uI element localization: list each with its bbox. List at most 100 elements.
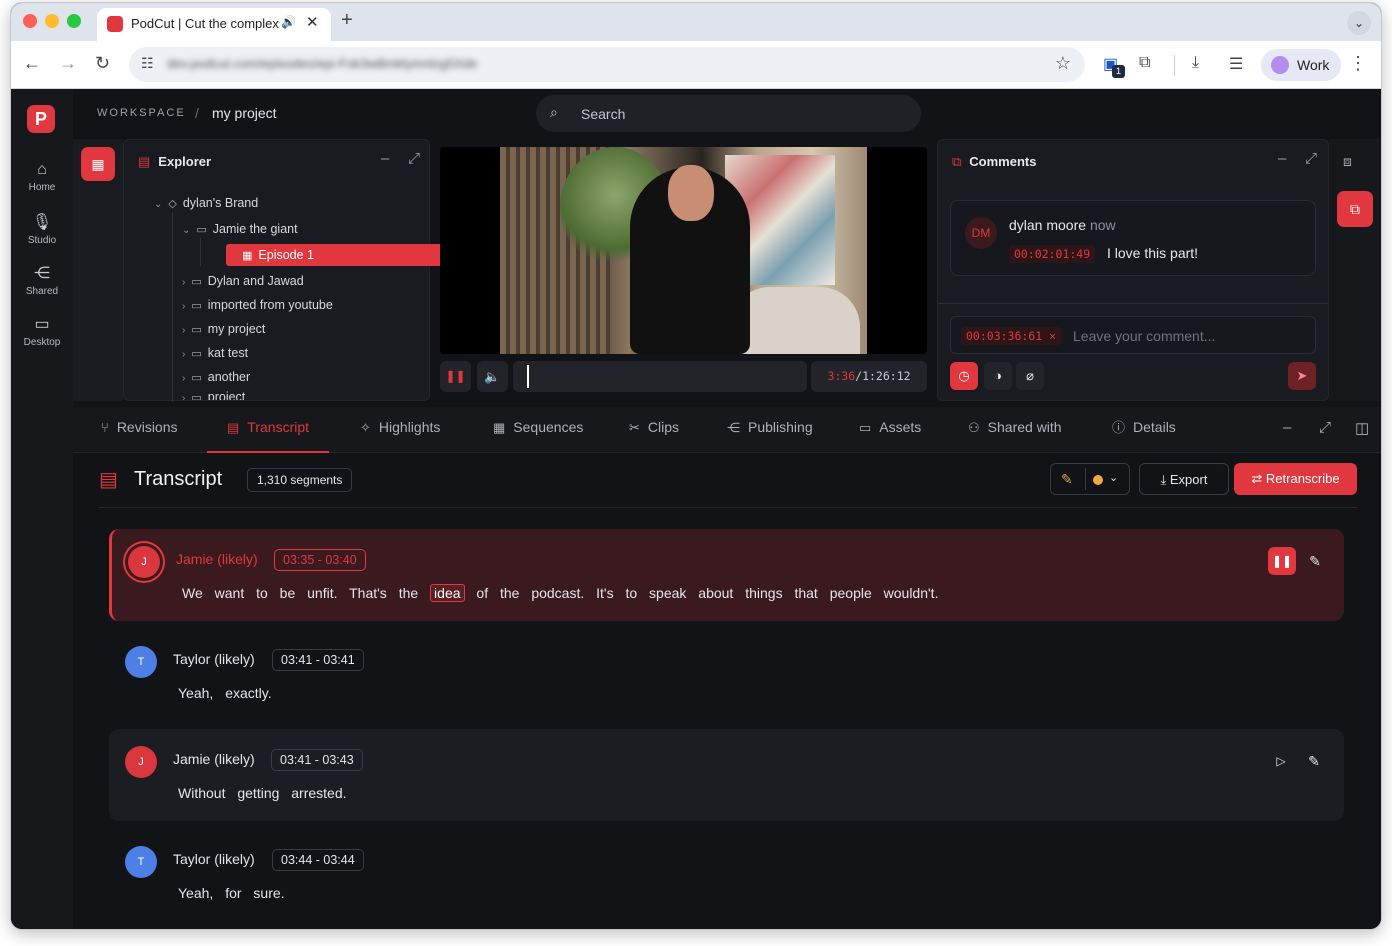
current-word[interactable]: idea: [430, 584, 465, 602]
new-tab-button[interactable]: +: [341, 9, 353, 32]
tree-item-kat-test[interactable]: › ▭ kat test: [182, 342, 248, 364]
back-icon[interactable]: ←: [23, 53, 41, 74]
tree-item-my-project[interactable]: › ▭ my project: [182, 318, 265, 340]
reload-icon[interactable]: ↻: [95, 53, 110, 74]
address-bar[interactable]: ☷ dev.podcut.com/episodes/epi-Fok3wBmkly…: [129, 47, 1085, 82]
comment-input[interactable]: 00:03:36:61 × Leave your comment...: [950, 316, 1316, 354]
minimize-icon[interactable]: –: [381, 150, 389, 167]
browser-window: PodCut | Cut the complex 🔊 ✕ + ⌄ ← → ↻ ☷…: [10, 2, 1382, 930]
play-icon[interactable]: ▷: [1267, 747, 1295, 775]
transcript-segment[interactable]: J Jamie (likely) 03:41 - 03:43 Without g…: [109, 729, 1344, 821]
playhead[interactable]: [527, 365, 529, 388]
zoom-window-button[interactable]: [67, 14, 81, 28]
tree-item-dylan-and-jawad[interactable]: › ▭ Dylan and Jawad: [182, 270, 304, 292]
download-icon[interactable]: ⤓: [1192, 54, 1199, 72]
speaker-name[interactable]: Taylor (likely): [173, 651, 255, 667]
comment-timecode[interactable]: 00:02:01:49: [1009, 245, 1096, 263]
pencil-icon[interactable]: ✎: [1301, 547, 1329, 575]
expand-icon[interactable]: ⤢: [408, 150, 420, 167]
speaker-name[interactable]: Jamie (likely): [176, 551, 258, 567]
volume-button[interactable]: 🔈: [477, 361, 508, 392]
tab-publishing[interactable]: ⋲ Publishing: [727, 407, 813, 453]
edit-status-control[interactable]: ✎ ⌄: [1050, 463, 1130, 495]
explorer-toggle-button[interactable]: ▦: [81, 147, 115, 181]
tree-item-dylans-brand[interactable]: ⌄ ◇ dylan's Brand: [154, 192, 258, 214]
minimize-window-button[interactable]: [45, 14, 59, 28]
transcript-segment[interactable]: T Taylor (likely) 03:44 - 03:44 Yeah, fo…: [109, 829, 1344, 921]
tree-item-label: Jamie the giant: [212, 222, 298, 236]
comments-toggle-button[interactable]: ⧉: [1337, 191, 1373, 227]
transcript-segment[interactable]: T Taylor (likely) 03:41 - 03:41 Yeah, ex…: [109, 629, 1344, 721]
tree-item-jamie-the-giant[interactable]: ⌄ ▭ Jamie the giant: [182, 218, 298, 240]
close-window-button[interactable]: [23, 14, 37, 28]
clock-icon[interactable]: ◷: [950, 362, 978, 390]
nav-home[interactable]: ⌂ Home: [11, 161, 73, 193]
expand-icon[interactable]: ⤢: [1305, 150, 1317, 167]
tree-item-episode-1[interactable]: ▦ Episode 1: [226, 244, 472, 266]
pencil-icon[interactable]: ✎: [1300, 747, 1328, 775]
tab-sequences[interactable]: ▦ Sequences: [493, 407, 583, 453]
pause-button[interactable]: ❚❚: [440, 361, 471, 392]
minimize-icon[interactable]: –: [1283, 419, 1291, 436]
tree-item-project[interactable]: › ▭ project: [182, 390, 245, 400]
segment-text[interactable]: Without getting arrested.: [178, 785, 347, 801]
segment-timecode[interactable]: 03:35 - 03:40: [274, 549, 366, 571]
site-info-icon[interactable]: ☷: [141, 55, 154, 72]
segment-words[interactable]: of the podcast. It's to speak about thin…: [476, 585, 938, 601]
segment-text[interactable]: Yeah, for sure.: [178, 885, 285, 901]
close-tab-icon[interactable]: ✕: [306, 13, 319, 31]
pause-icon[interactable]: ❚❚: [1268, 547, 1296, 575]
sidebar-toggle-icon[interactable]: ◫: [1355, 419, 1369, 437]
browser-menu-icon[interactable]: ⋮: [1349, 53, 1367, 74]
tab-clips[interactable]: ✂ Clips: [629, 407, 679, 453]
send-icon[interactable]: ➤: [1288, 362, 1316, 390]
tree-item-another[interactable]: › ▭ another: [182, 366, 250, 388]
comments-title: ⧉ Comments: [952, 154, 1036, 170]
nav-studio[interactable]: 🎙 Studio: [11, 212, 73, 246]
speaker-name[interactable]: Taylor (likely): [173, 851, 255, 867]
segment-timecode[interactable]: 03:41 - 03:43: [271, 749, 363, 771]
tab-highlights[interactable]: ✧ Highlights: [360, 407, 440, 453]
media-controls-icon[interactable]: ☰: [1229, 54, 1243, 74]
breadcrumb-workspace[interactable]: WORKSPACE: [97, 107, 186, 119]
nav-desktop[interactable]: ▭ Desktop: [11, 314, 73, 348]
puzzle-extensions-icon[interactable]: ⧉: [1139, 54, 1150, 72]
expand-icon[interactable]: ⤢: [1319, 419, 1331, 436]
profile-button[interactable]: Work: [1261, 49, 1341, 81]
breadcrumb-project[interactable]: my project: [212, 105, 277, 121]
pencil-icon[interactable]: ✎: [1061, 471, 1073, 488]
browser-tab[interactable]: PodCut | Cut the complex 🔊 ✕: [97, 8, 331, 41]
chevron-down-icon[interactable]: ⌄: [1109, 471, 1118, 484]
segment-timecode[interactable]: 03:44 - 03:44: [272, 849, 364, 871]
tab-transcript[interactable]: ▤ Transcript: [207, 407, 330, 453]
search-input[interactable]: ⌕ Search: [536, 95, 921, 132]
tab-search-button[interactable]: ⌄: [1347, 11, 1371, 35]
palette-icon[interactable]: ◑: [984, 362, 1012, 390]
podcut-logo[interactable]: P: [27, 105, 55, 133]
forward-icon[interactable]: →: [59, 53, 77, 74]
seek-bar[interactable]: [513, 361, 807, 392]
paperclip-icon[interactable]: ⌀: [1016, 362, 1044, 390]
export-button[interactable]: ⤓ Export: [1139, 463, 1229, 495]
speaker-icon[interactable]: 🔊: [281, 15, 296, 29]
bookmark-star-icon[interactable]: ☆: [1055, 53, 1071, 74]
tab-assets[interactable]: ▭ Assets: [859, 407, 921, 453]
segment-words[interactable]: We want to be unfit. That's the: [182, 585, 418, 601]
tab-shared-with[interactable]: ⚇ Shared with: [968, 407, 1062, 453]
comment-card[interactable]: DM dylan moore now 00:02:01:49 I love th…: [950, 200, 1316, 276]
comment-input-timecode[interactable]: 00:03:36:61 ×: [961, 327, 1062, 345]
segment-timecode[interactable]: 03:41 - 03:41: [272, 649, 364, 671]
retranscribe-button[interactable]: ⇄ Retranscribe: [1234, 463, 1357, 495]
minimize-icon[interactable]: –: [1278, 150, 1286, 167]
tab-details[interactable]: ⓘ Details: [1112, 407, 1176, 453]
tree-item-imported-from-youtube[interactable]: › ▭ imported from youtube: [182, 294, 333, 316]
speaker-name[interactable]: Jamie (likely): [173, 751, 255, 767]
nav-shared[interactable]: ⋲ Shared: [11, 263, 73, 297]
transcript-segment[interactable]: J Jamie (likely) 03:35 - 03:40 We want t…: [109, 529, 1344, 621]
clear-timecode-icon[interactable]: ×: [1049, 329, 1056, 343]
graph-icon[interactable]: ⧈: [1343, 153, 1352, 170]
segment-text[interactable]: Yeah, exactly.: [178, 685, 272, 701]
tab-revisions[interactable]: ⑂ Revisions: [101, 407, 178, 453]
profile-avatar: [1271, 56, 1289, 74]
video-player[interactable]: [440, 147, 927, 354]
